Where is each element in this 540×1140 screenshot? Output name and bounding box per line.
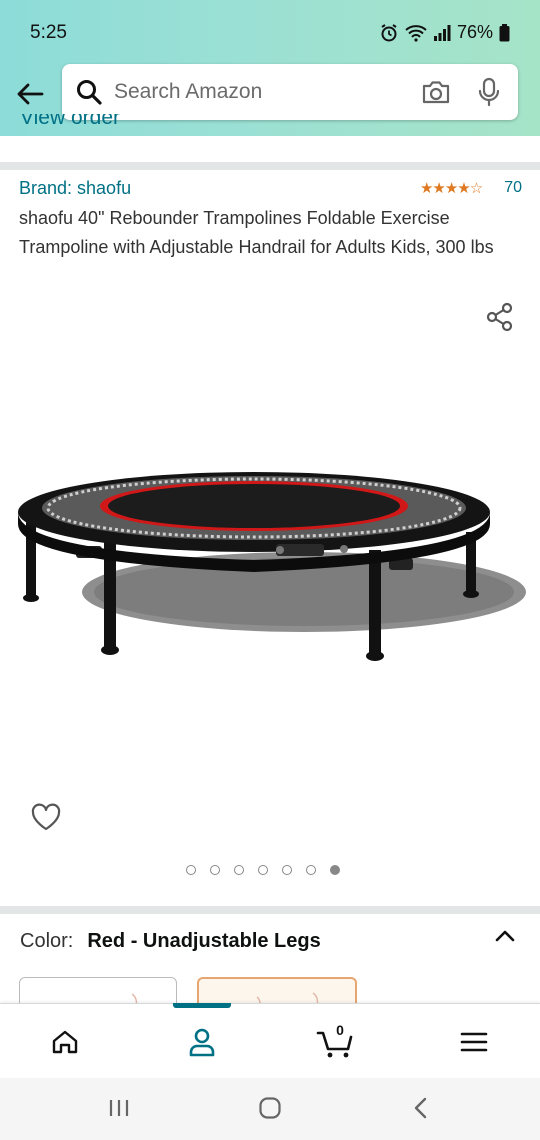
nav-cart[interactable]: 0 (316, 1022, 356, 1060)
battery-percent: 76% (456, 22, 493, 42)
home-system-button[interactable] (255, 1094, 285, 1122)
nav-home[interactable] (45, 1024, 85, 1060)
view-order-link[interactable]: View order (20, 114, 120, 136)
carousel-dot[interactable] (210, 865, 220, 875)
wifi-icon (405, 24, 427, 42)
home-icon (52, 1030, 78, 1054)
status-time: 5:25 (30, 22, 67, 43)
product-title: shaofu 40" Rebounder Trampolines Foldabl… (19, 208, 494, 257)
microphone-icon[interactable] (476, 77, 502, 107)
heart-icon[interactable] (30, 802, 62, 832)
carousel-dot[interactable] (258, 865, 268, 875)
status-icons: 76% (379, 22, 510, 43)
back-chevron-icon (414, 1097, 427, 1119)
cart-count: 0 (336, 1022, 344, 1038)
active-tab-indicator (173, 1003, 231, 1008)
color-selector: Color: Red - Unadjustable Legs (20, 930, 321, 953)
back-button[interactable] (12, 76, 48, 112)
account-icon (189, 1028, 215, 1057)
recent-apps-icon (109, 1100, 129, 1116)
alarm-icon (381, 23, 397, 41)
carousel-dot[interactable] (282, 865, 292, 875)
section-divider (0, 162, 540, 170)
back-arrow-icon (17, 83, 44, 105)
carousel-dot[interactable] (186, 865, 196, 875)
home-circle-icon (259, 1097, 281, 1119)
carousel-dot[interactable] (234, 865, 244, 875)
nav-menu[interactable] (454, 1024, 494, 1060)
signal-icon (433, 24, 451, 41)
share-icon[interactable] (485, 302, 515, 332)
carousel-dot[interactable] (306, 865, 316, 875)
color-value: Red - Unadjustable Legs (87, 930, 321, 952)
nav-account[interactable] (182, 1024, 222, 1060)
rating-stars: ★★★★☆ (419, 180, 483, 197)
camera-icon[interactable] (420, 76, 452, 108)
search-input[interactable]: Search Amazon (114, 80, 420, 104)
image-carousel-dots (186, 865, 340, 875)
rating-count[interactable]: 70 (504, 179, 522, 197)
carousel-dot-active[interactable] (330, 865, 340, 875)
rating-summary[interactable]: ★★★★☆ 70 (420, 179, 522, 197)
search-bar[interactable]: Search Amazon (62, 64, 518, 120)
search-icon (77, 80, 102, 105)
hamburger-menu-icon (460, 1032, 488, 1052)
section-divider (0, 906, 540, 914)
battery-icon (499, 23, 510, 41)
recent-apps-button[interactable] (104, 1094, 134, 1122)
back-system-button[interactable] (406, 1094, 436, 1122)
brand-link[interactable]: Brand: shaofu (19, 178, 131, 199)
product-image[interactable] (14, 420, 528, 670)
color-label: Color: (20, 930, 74, 952)
chevron-up-icon[interactable] (494, 928, 516, 944)
